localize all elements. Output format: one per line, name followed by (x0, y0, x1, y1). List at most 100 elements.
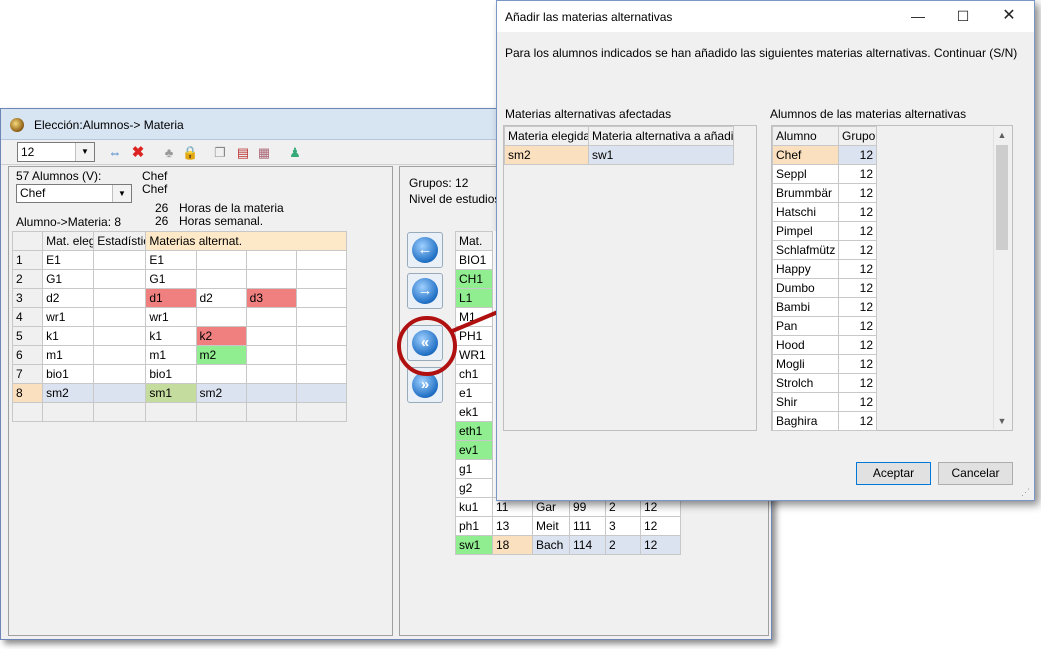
grid-cell[interactable] (195, 269, 247, 289)
grid-cell[interactable] (93, 307, 147, 327)
grid-header-cell[interactable]: Estadístic (93, 231, 147, 251)
subject-cell[interactable]: ev1 (455, 440, 493, 460)
grid-cell[interactable]: E1 (145, 250, 197, 270)
table-row[interactable]: Pimpel 12 (772, 221, 877, 241)
copy-windows-icon[interactable]: ❐ (212, 145, 228, 161)
grid-cell[interactable] (245, 326, 297, 346)
grid-cell[interactable]: G1 (145, 269, 197, 289)
grid-cell[interactable]: d1 (145, 288, 197, 308)
grid-cell[interactable] (245, 269, 297, 289)
grid-cell[interactable]: wr1 (42, 307, 95, 327)
class-combo[interactable]: 12 ▼ (17, 142, 95, 162)
grid-header-cell[interactable]: Alumno (772, 126, 839, 146)
grid-cell[interactable]: 18 (492, 535, 533, 555)
student-cell[interactable]: Brummbär (772, 183, 839, 203)
student-cell[interactable]: Happy (772, 259, 839, 279)
grid-cell[interactable]: G1 (42, 269, 95, 289)
tree-icon[interactable]: ♣ (161, 145, 177, 161)
accept-button[interactable]: Aceptar (856, 462, 931, 485)
grid-cell[interactable] (93, 383, 147, 403)
grid-cell[interactable]: d3 (245, 288, 297, 308)
grid-cell[interactable]: 2 (605, 535, 641, 555)
student-cell[interactable]: Pan (772, 316, 839, 336)
grid-cell[interactable] (195, 402, 247, 422)
settings-icon[interactable]: ▦ (256, 145, 272, 161)
chevron-down-icon[interactable]: ▼ (112, 185, 131, 202)
grid-header-cell[interactable]: Materias alternat. (145, 231, 347, 251)
table-row[interactable]: 6 m1 m1 m2 (11, 345, 348, 365)
grid-cell[interactable] (295, 326, 348, 346)
table-row[interactable]: Strolch 12 (772, 373, 877, 393)
remove-doc-icon[interactable]: ▤ (235, 145, 251, 161)
table-row[interactable]: Hood 12 (772, 335, 877, 355)
subject-cell[interactable]: M1 (455, 307, 493, 327)
grid-cell[interactable]: m1 (145, 345, 197, 365)
grid-cell[interactable] (295, 402, 348, 422)
grid-cell[interactable] (93, 345, 147, 365)
group-cell[interactable]: 12 (838, 354, 877, 374)
minimize-icon[interactable]: — (908, 6, 928, 26)
table-row[interactable]: Seppl 12 (772, 164, 877, 184)
group-cell[interactable]: 12 (838, 240, 877, 260)
grid-header-cell[interactable]: Materia elegida (504, 126, 589, 146)
subject-cell[interactable]: sw1 (455, 535, 493, 555)
subject-cell[interactable]: e1 (455, 383, 493, 403)
scroll-thumb[interactable] (996, 145, 1008, 250)
resize-grip-icon[interactable]: ⋰ (1021, 487, 1030, 498)
table-row[interactable]: Pan 12 (772, 316, 877, 336)
table-row[interactable]: Baghira 12 (772, 411, 877, 431)
group-cell[interactable]: 12 (838, 259, 877, 279)
group-cell[interactable]: 12 (838, 335, 877, 355)
grid-cell[interactable]: Meit (532, 516, 570, 536)
grid-header-cell[interactable]: Mat. (455, 231, 493, 251)
table-row[interactable]: 2 G1 G1 (11, 269, 348, 289)
lock-icon[interactable]: 🔒 (182, 145, 198, 161)
subject-cell[interactable]: ch1 (455, 364, 493, 384)
student-cell[interactable]: Shir (772, 392, 839, 412)
grid-cell[interactable] (195, 364, 247, 384)
grid-cell[interactable]: wr1 (145, 307, 197, 327)
table-row[interactable]: 4 wr1 wr1 (11, 307, 348, 327)
table-row-selected[interactable]: 8 sm2 sm1 sm2 (11, 383, 348, 403)
grid-cell[interactable]: sm1 (145, 383, 197, 403)
subject-cell[interactable]: g1 (455, 459, 493, 479)
scroll-up-icon[interactable]: ▲ (994, 127, 1010, 143)
delete-x-icon[interactable]: ✖ (130, 145, 146, 161)
grid-cell[interactable]: m1 (42, 345, 95, 365)
group-cell[interactable]: 12 (838, 164, 877, 184)
grid-cell[interactable] (245, 402, 297, 422)
table-row[interactable]: Schlafmütz 12 (772, 240, 877, 260)
grid-cell[interactable]: E1 (42, 250, 95, 270)
table-row[interactable]: ph1 13 Meit 111 3 12 (455, 516, 682, 536)
student-cell[interactable]: Hood (772, 335, 839, 355)
table-row[interactable]: Brummbär 12 (772, 183, 877, 203)
student-cell[interactable]: Schlafmütz (772, 240, 839, 260)
grid-cell[interactable] (295, 307, 348, 327)
subject-cell[interactable]: PH1 (455, 326, 493, 346)
move-left-button[interactable]: ← (407, 232, 443, 268)
table-row[interactable]: 3 d2 d1 d2 d3 (11, 288, 348, 308)
group-cell[interactable]: 12 (838, 411, 877, 431)
table-row[interactable]: Shir 12 (772, 392, 877, 412)
subject-cell[interactable]: ph1 (455, 516, 493, 536)
grid-cell[interactable] (145, 402, 197, 422)
grid-cell[interactable] (295, 288, 348, 308)
group-cell[interactable]: 12 (838, 392, 877, 412)
students-scrollbar[interactable]: ▲ ▼ (993, 127, 1010, 429)
grid-cell[interactable]: m2 (195, 345, 247, 365)
scroll-down-icon[interactable]: ▼ (994, 413, 1010, 429)
grid-cell[interactable]: k1 (145, 326, 197, 346)
grid-cell[interactable] (245, 345, 297, 365)
group-cell[interactable]: 12 (838, 278, 877, 298)
grid-header-cell[interactable]: Grupo (838, 126, 877, 146)
student-cell[interactable]: Chef (772, 145, 839, 165)
student-cell[interactable]: Baghira (772, 411, 839, 431)
table-row[interactable]: Hatschi 12 (772, 202, 877, 222)
grid-cell[interactable]: k1 (42, 326, 95, 346)
subject-cell[interactable]: ku1 (455, 497, 493, 517)
grid-cell[interactable] (93, 326, 147, 346)
subject-cell[interactable]: g2 (455, 478, 493, 498)
grid-cell[interactable] (93, 250, 147, 270)
grid-cell[interactable] (295, 383, 348, 403)
table-row-selected[interactable]: sw1 18 Bach 114 2 12 (455, 535, 682, 555)
